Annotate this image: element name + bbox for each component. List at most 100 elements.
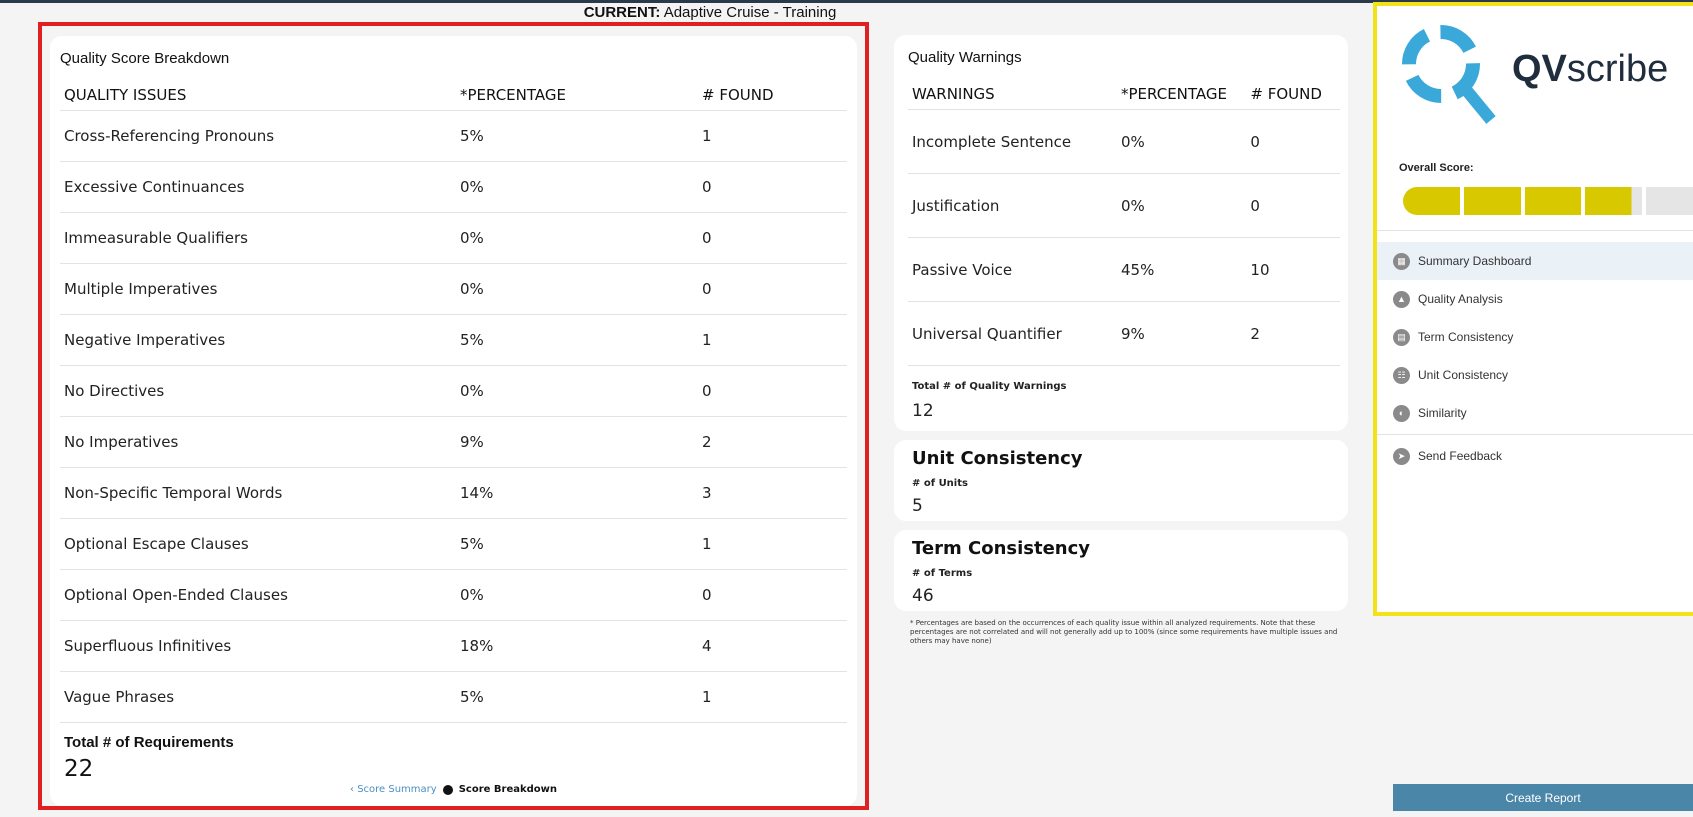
document-icon: ▤ — [1393, 328, 1410, 346]
warning-name: Justification — [912, 196, 1000, 215]
table-row: Justification 0% 0 — [908, 174, 1340, 238]
logo-bold: QV — [1512, 48, 1567, 90]
table-row: Multiple Imperatives 0% 0 — [60, 264, 847, 315]
issue-percentage: 5% — [460, 127, 484, 145]
sidebar-item-label: Quality Analysis — [1418, 292, 1503, 306]
sidebar-item-label: Unit Consistency — [1418, 368, 1509, 382]
issue-percentage: 5% — [460, 688, 484, 706]
issue-count: 1 — [702, 331, 712, 349]
issue-percentage: 14% — [460, 484, 494, 502]
current-page-label: Score Breakdown — [458, 784, 558, 795]
issue-name: Optional Escape Clauses — [64, 535, 249, 553]
table-row: Negative Imperatives 5% 1 — [60, 315, 847, 366]
sidebar-item-label: Similarity — [1418, 406, 1467, 420]
issue-name: Superfluous Infinitives — [64, 637, 232, 655]
issue-name: Multiple Imperatives — [64, 280, 218, 298]
issue-percentage: 9% — [460, 433, 484, 451]
table-row: Optional Escape Clauses 5% 1 — [60, 519, 847, 570]
issue-percentage: 5% — [460, 331, 484, 349]
issue-name: No Directives — [64, 382, 165, 400]
issue-percentage: 0% — [460, 382, 484, 400]
table-row: Passive Voice 45% 10 — [908, 238, 1340, 302]
score-segment — [1524, 187, 1582, 215]
divider — [1377, 230, 1693, 231]
overall-score-label: Overall Score: — [1399, 162, 1474, 174]
warning-count: 0 — [1250, 196, 1260, 215]
sidebar-panel: QVscribe Overall Score: ▦ Summary Dashbo… — [1373, 2, 1693, 616]
table-row: Universal Quantifier 9% 2 — [908, 302, 1340, 366]
header-percentage: *PERCENTAGE — [460, 86, 566, 104]
warning-name: Incomplete Sentence — [912, 132, 1072, 151]
magnifier-logo-icon — [1402, 25, 1496, 124]
header-found: # FOUND — [702, 86, 774, 104]
qvscribe-logo: QVscribe — [1397, 20, 1677, 130]
quality-score-breakdown-panel: Quality Score Breakdown QUALITY ISSUES *… — [38, 22, 869, 810]
terms-label: # of Terms — [912, 568, 973, 579]
warning-name: Universal Quantifier — [912, 324, 1062, 343]
overall-score-bar — [1403, 187, 1693, 215]
warning-percentage: 0% — [1121, 132, 1145, 151]
issue-name: Vague Phrases — [64, 688, 175, 706]
issue-name: Negative Imperatives — [64, 331, 226, 349]
warning-name: Passive Voice — [912, 260, 1013, 279]
issue-count: 3 — [702, 484, 712, 502]
prev-page-link[interactable]: ‹ Score Summary — [350, 784, 437, 795]
terms-value: 46 — [912, 586, 934, 606]
term-consistency-title: Term Consistency — [912, 538, 1091, 559]
header-found: # FOUND — [1250, 85, 1322, 103]
warnings-title: Quality Warnings — [908, 49, 1022, 66]
issue-name: Non-Specific Temporal Words — [64, 484, 283, 502]
issue-name: No Imperatives — [64, 433, 179, 451]
dashboard-icon: ▦ — [1393, 252, 1410, 270]
units-value: 5 — [912, 496, 923, 516]
sidebar-item-label: Summary Dashboard — [1418, 254, 1532, 268]
table-row: Non-Specific Temporal Words 14% 3 — [60, 468, 847, 519]
divider — [1377, 434, 1693, 435]
score-segment — [1646, 187, 1693, 215]
table-header: QUALITY ISSUES *PERCENTAGE # FOUND — [60, 80, 847, 111]
current-label: CURRENT: — [583, 4, 661, 21]
score-segment — [1403, 187, 1460, 215]
table-row: Optional Open-Ended Clauses 0% 0 — [60, 570, 847, 621]
table-row: Immeasurable Qualifiers 0% 0 — [60, 213, 847, 264]
issue-name: Optional Open-Ended Clauses — [64, 586, 288, 604]
warning-percentage: 0% — [1121, 196, 1145, 215]
sidebar-item-unit-consistency[interactable]: ☷ Unit Consistency — [1377, 356, 1693, 394]
warnings-table: WARNINGS *PERCENTAGE # FOUND Incomplete … — [908, 79, 1340, 366]
table-header: WARNINGS *PERCENTAGE # FOUND — [908, 79, 1340, 110]
current-project-title: CURRENT: Adaptive Cruise - Training — [430, 4, 990, 21]
warning-count: 10 — [1250, 260, 1270, 279]
sidebar-item-send-feedback[interactable]: ➤ Send Feedback — [1377, 437, 1693, 475]
create-report-button[interactable]: Create Report — [1393, 784, 1693, 811]
sidebar-item-summary-dashboard[interactable]: ▦ Summary Dashboard — [1377, 242, 1693, 280]
issue-percentage: 0% — [460, 229, 484, 247]
send-icon: ➤ — [1393, 447, 1410, 465]
issue-count: 4 — [702, 637, 712, 655]
sidebar-item-similarity[interactable]: ◐ Similarity — [1377, 394, 1693, 432]
percentage-footnote: * Percentages are based on the occurrenc… — [910, 619, 1338, 645]
issue-count: 0 — [702, 229, 712, 247]
issue-name: Excessive Continuances — [64, 178, 245, 196]
header-percentage: *PERCENTAGE — [1121, 85, 1227, 103]
table-row: No Directives 0% 0 — [60, 366, 847, 417]
warning-percentage: 9% — [1121, 324, 1145, 343]
logo-wordmark: QVscribe — [1512, 48, 1668, 91]
table-row: No Imperatives 9% 2 — [60, 417, 847, 468]
issue-name: Immeasurable Qualifiers — [64, 229, 248, 247]
score-segment — [1463, 187, 1521, 215]
sidebar-item-quality-analysis[interactable]: ▲ Quality Analysis — [1377, 280, 1693, 318]
issue-count: 0 — [702, 586, 712, 604]
issue-count: 1 — [702, 127, 712, 145]
warning-percentage: 45% — [1121, 260, 1155, 279]
table-row: Incomplete Sentence 0% 0 — [908, 110, 1340, 174]
logo-rest: scribe — [1566, 48, 1669, 90]
table-row: Excessive Continuances 0% 0 — [60, 162, 847, 213]
issue-percentage: 18% — [460, 637, 494, 655]
units-label: # of Units — [912, 478, 968, 489]
quality-warnings-card: Quality Warnings WARNINGS *PERCENTAGE # … — [894, 35, 1348, 431]
issue-percentage: 0% — [460, 586, 484, 604]
sidebar-item-term-consistency[interactable]: ▤ Term Consistency — [1377, 318, 1693, 356]
prev-page-label: Score Summary — [357, 784, 437, 795]
issue-percentage: 0% — [460, 280, 484, 298]
score-segment — [1585, 187, 1643, 215]
